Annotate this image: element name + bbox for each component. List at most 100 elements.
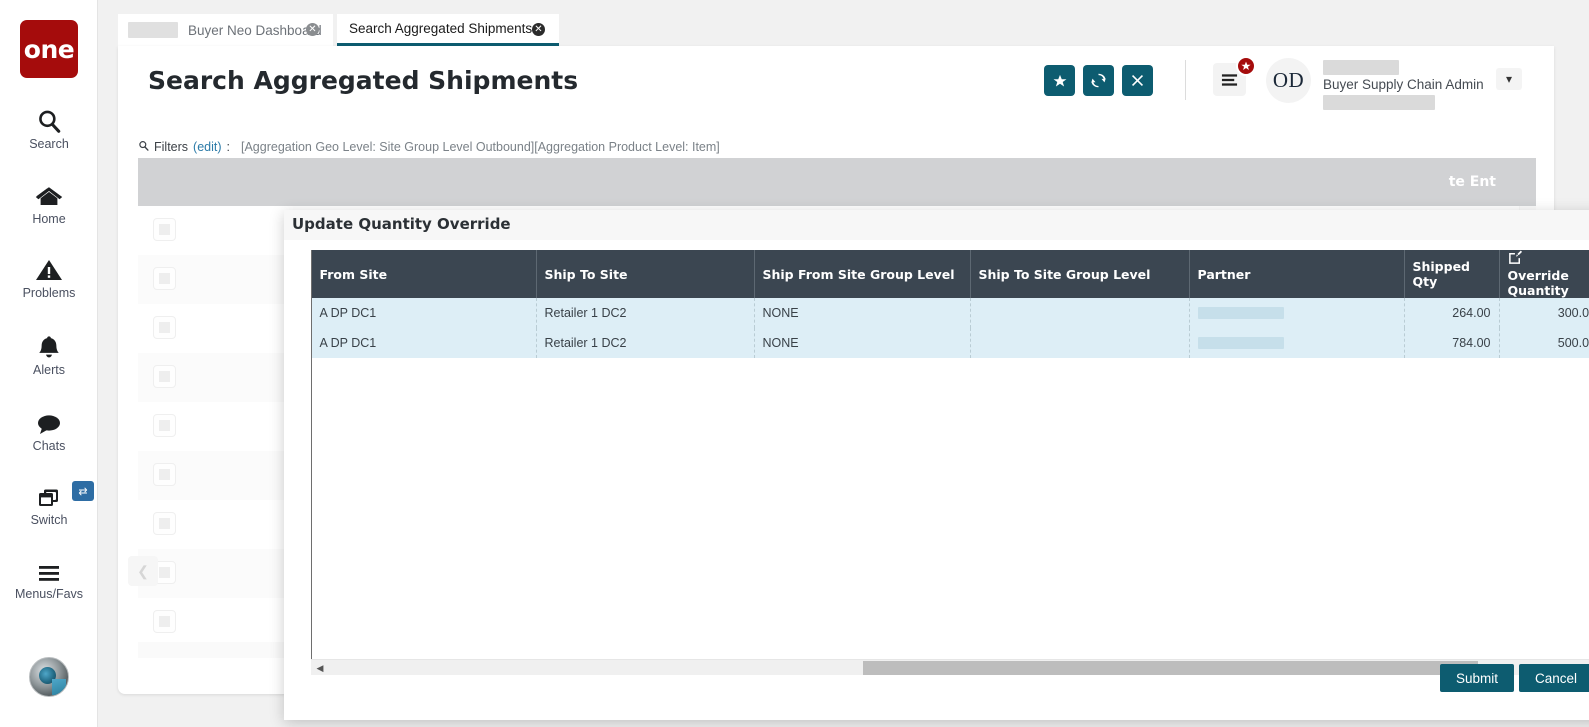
row-checkbox[interactable]	[153, 218, 176, 241]
page-card: Search Aggregated Shipments OD Buyer Sup…	[118, 46, 1589, 720]
favorite-button[interactable]	[1044, 65, 1075, 96]
cell-ship-to-site-group-level	[970, 298, 1190, 328]
partner-redacted-value	[1197, 307, 1284, 319]
avatar[interactable]: OD	[1266, 58, 1311, 103]
user-menu-chevron-down-icon[interactable]: ▾	[1496, 68, 1522, 90]
column-header-partner[interactable]: Partner	[1189, 250, 1405, 298]
cell-partner	[1189, 298, 1405, 328]
table-row[interactable]: ✓ A DP DC1 Retailer 1 DC2 NONE 264.00 30…	[311, 298, 1589, 328]
sidebar-item-problems-label: Problems	[22, 286, 76, 300]
sidebar-item-chats-label: Chats	[32, 439, 66, 453]
submit-button[interactable]: Submit	[1439, 664, 1514, 692]
chat-bubble-icon	[0, 404, 98, 436]
column-header-ship-from-site-group-level[interactable]: Ship From Site Group Level	[754, 250, 971, 298]
row-checkbox[interactable]	[153, 463, 176, 486]
star-icon	[1241, 61, 1251, 70]
partner-redacted-value	[1197, 337, 1284, 349]
tab-search-aggregated-shipments-label: Search Aggregated Shipments	[349, 21, 533, 36]
hamburger-icon	[1221, 73, 1238, 86]
cell-ship-to-site-group-level	[970, 328, 1190, 358]
row-checkbox[interactable]	[153, 414, 176, 437]
filters-values: [Aggregation Geo Level: Site Group Level…	[241, 140, 720, 154]
cell-override-quantity[interactable]: 500.00	[1499, 328, 1589, 358]
star-icon	[1053, 74, 1066, 87]
tab-redacted-prefix	[128, 22, 178, 38]
sidebar-item-menus-favs[interactable]: Menus/Favs	[0, 552, 98, 601]
column-header-override-quantity[interactable]: Override Quantity	[1499, 250, 1589, 298]
sidebar-item-menus-favs-label: Menus/Favs	[14, 587, 84, 601]
home-icon	[0, 177, 98, 209]
cell-shipped-qty: 784.00	[1404, 328, 1500, 358]
cell-override-quantity[interactable]: 300.00	[1499, 298, 1589, 328]
filters-edit-link[interactable]: (edit)	[193, 140, 221, 154]
refresh-button[interactable]	[1083, 65, 1114, 96]
cell-ship-from-site-group-level: NONE	[754, 298, 971, 328]
column-header-ship-to-site-group-level[interactable]: Ship To Site Group Level	[970, 250, 1190, 298]
column-header-from-site[interactable]: From Site	[311, 250, 537, 298]
table-row[interactable]: ✓ A DP DC1 Retailer 1 DC2 NONE 784.00 50…	[311, 328, 1589, 358]
modal-grid-scroll-viewport: ✓ From Site Ship To Site Ship From Site …	[311, 250, 1589, 659]
tab-buyer-neo-dashboard[interactable]: Buyer Neo Dashboard ✕	[118, 14, 333, 46]
user-info-block: Buyer Supply Chain Admin	[1323, 60, 1484, 110]
cell-from-site: A DP DC1	[311, 298, 537, 328]
sidebar-item-home[interactable]: Home	[0, 177, 98, 226]
tab-close-icon[interactable]: ✕	[306, 23, 319, 36]
override-table: ✓ From Site Ship To Site Ship From Site …	[311, 250, 1589, 358]
sidebar-item-switch-label: Switch	[30, 513, 68, 527]
background-grid-header: te Ent	[138, 158, 1536, 206]
tab-close-icon[interactable]: ✕	[532, 23, 545, 36]
cancel-button[interactable]: Cancel	[1518, 664, 1589, 692]
filter-bar: Filters (edit) : [Aggregation Geo Level:…	[138, 140, 720, 154]
tab-search-aggregated-shipments[interactable]: Search Aggregated Shipments ✕	[337, 14, 559, 46]
close-button[interactable]	[1122, 65, 1153, 96]
refresh-icon	[1091, 73, 1106, 88]
background-grid-header-label: te Ent	[1448, 174, 1496, 190]
column-header-shipped-qty[interactable]: Shipped Qty	[1404, 250, 1500, 298]
cell-shipped-qty: 264.00	[1404, 298, 1500, 328]
scrollbar-thumb[interactable]	[863, 661, 1478, 675]
row-checkbox[interactable]	[153, 267, 176, 290]
row-checkbox[interactable]	[153, 512, 176, 535]
user-org-redacted	[1323, 95, 1435, 110]
sidebar-item-alerts-label: Alerts	[33, 363, 65, 377]
tab-buyer-neo-dashboard-label: Buyer Neo Dashboard	[188, 22, 322, 38]
search-icon	[138, 140, 149, 154]
sidebar-item-search[interactable]: Search	[0, 102, 98, 151]
app-logo-text: one	[23, 34, 75, 64]
filters-label: Filters	[154, 140, 189, 154]
cell-ship-to-site: Retailer 1 DC2	[536, 298, 755, 328]
switch-swap-arrows-icon[interactable]: ⇄	[72, 481, 94, 501]
sidebar-item-alerts[interactable]: Alerts	[0, 328, 98, 377]
background-prev-page-chevron-left-icon[interactable]: ❮	[128, 556, 158, 586]
row-checkbox[interactable]	[153, 365, 176, 388]
sidebar-item-chats[interactable]: Chats	[0, 404, 98, 453]
update-quantity-override-modal: Update Quantity Override ✕	[284, 210, 1589, 720]
modal-horizontal-scrollbar[interactable]: ◀ ▶	[311, 659, 1589, 675]
user-photo-avatar[interactable]	[29, 657, 69, 697]
row-checkbox[interactable]	[153, 610, 176, 633]
modal-footer: Submit Cancel	[1439, 664, 1589, 692]
header-menu-badge	[1236, 56, 1256, 76]
edit-square-icon	[1508, 250, 1523, 268]
bell-icon	[0, 328, 98, 360]
modal-grid: ✓ From Site Ship To Site Ship From Site …	[311, 250, 1589, 675]
search-icon	[0, 102, 98, 134]
column-header-override-quantity-label: Override Quantity	[1507, 268, 1569, 298]
table-header-row: ✓ From Site Ship To Site Ship From Site …	[311, 250, 1589, 298]
sidebar-item-problems[interactable]: Problems	[0, 251, 98, 300]
hamburger-icon	[0, 552, 98, 584]
cell-from-site: A DP DC1	[311, 328, 537, 358]
modal-grid-frozen-divider	[311, 250, 312, 659]
header-divider	[1185, 60, 1186, 100]
sidebar-item-search-label: Search	[29, 137, 69, 151]
page-title: Search Aggregated Shipments	[148, 66, 579, 95]
row-checkbox[interactable]	[153, 316, 176, 339]
x-icon	[1131, 74, 1144, 87]
column-header-ship-to-site[interactable]: Ship To Site	[536, 250, 755, 298]
caret-left-icon[interactable]: ◀	[315, 663, 325, 673]
left-nav-rail: one Search Home Problems Alerts Chats Sw…	[0, 0, 98, 727]
modal-title: Update Quantity Override	[292, 215, 511, 233]
main-area: Buyer Neo Dashboard ✕ Search Aggregated …	[110, 0, 1589, 720]
filters-colon: :	[226, 140, 230, 154]
app-logo[interactable]: one	[20, 20, 78, 78]
